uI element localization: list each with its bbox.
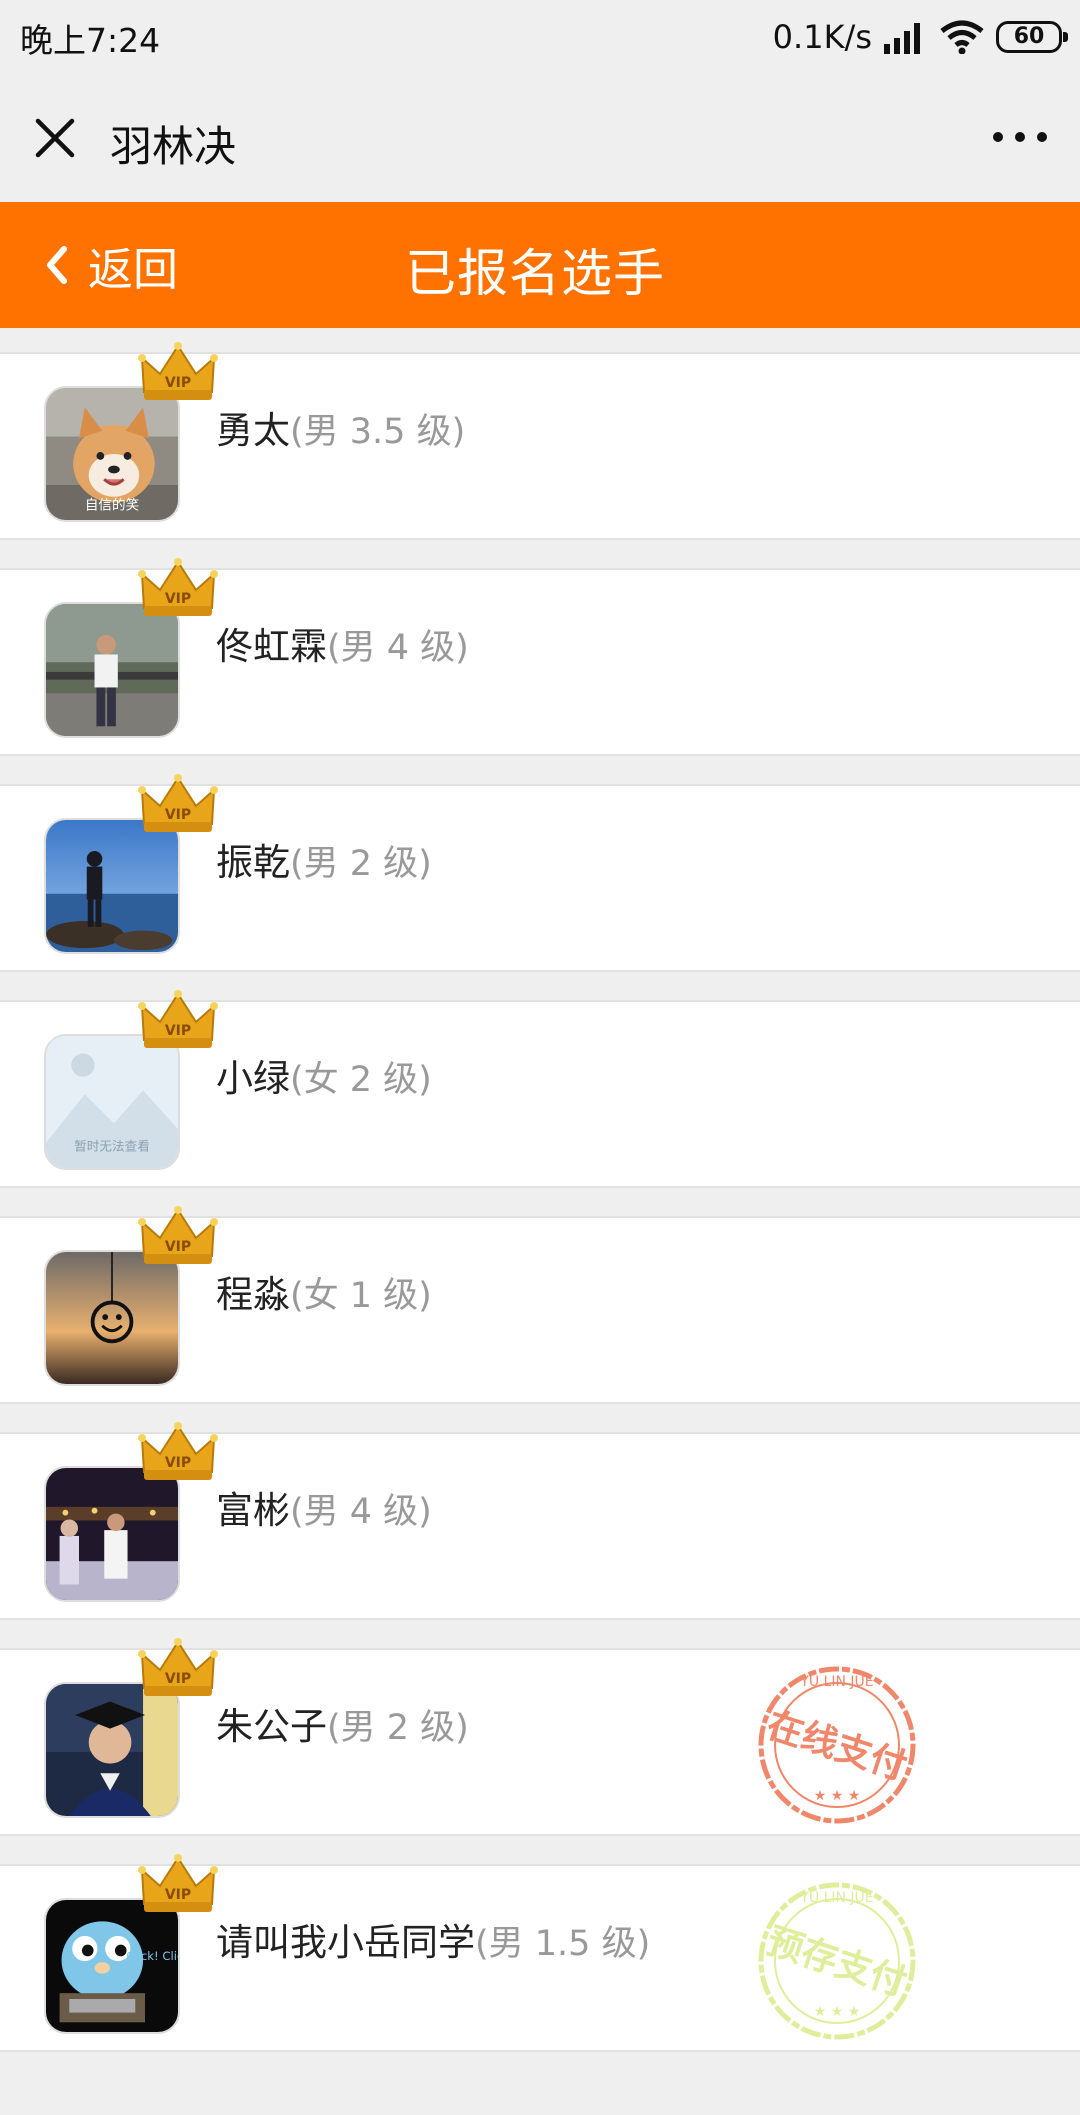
- player-name: 小绿: [216, 1057, 290, 1100]
- avatar-caption: Click! Click!: [126, 1949, 178, 1963]
- page-header: 返回 已报名选手: [0, 202, 1080, 328]
- close-icon[interactable]: [30, 113, 80, 163]
- avatar-caption: 自信的笑: [85, 497, 139, 513]
- battery-icon: 60: [996, 21, 1068, 53]
- player-row[interactable]: VIP 朱公子(男 2 级) YU LIN JUE 在线支付 ★ ★ ★: [0, 1638, 1080, 1836]
- svg-text:★ ★ ★: ★ ★ ★: [814, 2004, 861, 2020]
- online-payment-stamp: YU LIN JUE 在线支付 ★ ★ ★: [758, 1666, 916, 1824]
- player-meta: (男 4 级): [290, 1492, 432, 1532]
- svg-text:VIP: VIP: [165, 591, 191, 607]
- player-meta: (男 2 级): [290, 844, 432, 884]
- signal-icon: [884, 23, 920, 54]
- status-time: 晚上7:24: [20, 21, 161, 60]
- wifi-icon: [940, 20, 984, 54]
- vip-crown-icon: VIP: [138, 1206, 218, 1264]
- player-name: 程淼: [216, 1273, 290, 1316]
- svg-text:VIP: VIP: [165, 1239, 191, 1255]
- player-name: 佟虹霖: [216, 625, 327, 668]
- mini-program-title: 羽林决: [110, 122, 237, 171]
- mini-program-bar: 羽林决: [0, 75, 1080, 202]
- player-name-line: 振乾(男 2 级): [216, 832, 432, 886]
- player-name-line: 程淼(女 1 级): [216, 1264, 432, 1318]
- player-row[interactable]: Click! Click! VIP 请叫我小岳同学(男 1.5 级) YU LI…: [0, 1854, 1080, 2052]
- avatar-caption: 暂时无法查看: [74, 1139, 150, 1154]
- player-row[interactable]: VIP 佟虹霖(男 4 级): [0, 558, 1080, 756]
- more-icon[interactable]: [990, 117, 1050, 157]
- vip-crown-icon: VIP: [138, 342, 218, 400]
- player-meta: (男 3.5 级): [290, 412, 466, 452]
- svg-text:★ ★ ★: ★ ★ ★: [814, 1788, 861, 1804]
- vip-crown-icon: VIP: [138, 558, 218, 616]
- player-name-line: 朱公子(男 2 级): [216, 1696, 469, 1750]
- player-meta: (女 1 级): [290, 1276, 432, 1316]
- svg-text:VIP: VIP: [165, 1023, 191, 1039]
- player-name-line: 佟虹霖(男 4 级): [216, 616, 469, 670]
- player-name-line: 勇太(男 3.5 级): [216, 400, 465, 454]
- status-right-group: 0.1K/s 60: [772, 12, 1068, 62]
- back-button[interactable]: 返回: [40, 230, 178, 300]
- chevron-left-icon: [47, 246, 67, 284]
- status-bar: 晚上7:24 0.1K/s 60: [0, 0, 1080, 75]
- svg-text:VIP: VIP: [165, 375, 191, 391]
- player-meta: (女 2 级): [290, 1060, 432, 1100]
- player-row[interactable]: 自信的笑 VIP 勇太(男 3.5 级): [0, 342, 1080, 540]
- player-row[interactable]: VIP 振乾(男 2 级): [0, 774, 1080, 972]
- prepaid-payment-stamp: YU LIN JUE 预存支付 ★ ★ ★: [758, 1882, 916, 2040]
- player-meta: (男 1.5 级): [475, 1924, 651, 1964]
- svg-text:YU LIN JUE: YU LIN JUE: [799, 1890, 873, 1906]
- player-row[interactable]: 暂时无法查看 VIP 小绿(女 2 级): [0, 990, 1080, 1188]
- player-name: 振乾: [216, 841, 290, 884]
- back-label: 返回: [88, 242, 179, 296]
- vip-crown-icon: VIP: [138, 990, 218, 1048]
- svg-text:VIP: VIP: [165, 807, 191, 823]
- vip-crown-icon: VIP: [138, 774, 218, 832]
- vip-crown-icon: VIP: [138, 1422, 218, 1480]
- player-meta: (男 2 级): [327, 1708, 469, 1748]
- player-name-line: 小绿(女 2 级): [216, 1048, 432, 1102]
- svg-text:VIP: VIP: [165, 1455, 191, 1471]
- player-name-line: 富彬(男 4 级): [216, 1480, 432, 1534]
- svg-text:VIP: VIP: [165, 1887, 191, 1903]
- player-list: 自信的笑 VIP 勇太(男 3.5 级) VIP 佟虹霖(男 4 级) VIP …: [0, 342, 1080, 2080]
- player-name-line: 请叫我小岳同学(男 1.5 级): [216, 1912, 650, 1966]
- player-name: 请叫我小岳同学: [216, 1921, 475, 1964]
- svg-text:YU LIN JUE: YU LIN JUE: [799, 1674, 873, 1690]
- player-name: 富彬: [216, 1489, 290, 1532]
- vip-crown-icon: VIP: [138, 1638, 218, 1696]
- player-row[interactable]: VIP 程淼(女 1 级): [0, 1206, 1080, 1404]
- svg-text:VIP: VIP: [165, 1671, 191, 1687]
- player-meta: (男 4 级): [327, 628, 469, 668]
- page-title: 已报名选手: [405, 245, 666, 304]
- network-speed: 0.1K/s: [772, 18, 872, 56]
- player-name: 勇太: [216, 409, 290, 452]
- vip-crown-icon: VIP: [138, 1854, 218, 1912]
- player-row[interactable]: VIP 富彬(男 4 级): [0, 1422, 1080, 1620]
- player-name: 朱公子: [216, 1705, 327, 1748]
